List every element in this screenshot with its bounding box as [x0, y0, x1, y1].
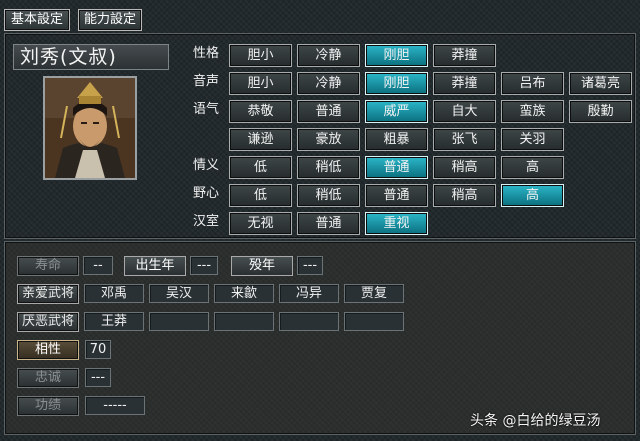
hated-generals-button[interactable]: 厌恶武将	[17, 312, 79, 332]
lifespan-button[interactable]: 寿命	[17, 256, 79, 276]
option-button-1-0[interactable]: 胆小	[229, 72, 292, 95]
compatibility-value: 70	[85, 340, 111, 359]
option-button-3-0[interactable]: 低	[229, 156, 292, 179]
option-button-3-4[interactable]: 高	[501, 156, 564, 179]
option-button-2-3[interactable]: 自大	[433, 100, 496, 123]
attr-label-1: 音声	[192, 74, 219, 89]
option-button-2-8[interactable]: 粗暴	[365, 128, 428, 151]
close-generals-field-2[interactable]: 来歙	[214, 284, 274, 303]
option-button-2-9[interactable]: 张飞	[433, 128, 496, 151]
option-button-1-4[interactable]: 吕布	[501, 72, 564, 95]
option-button-2-2[interactable]: 威严	[365, 100, 428, 123]
option-button-1-5[interactable]: 诸葛亮	[569, 72, 632, 95]
general-portrait	[43, 76, 137, 180]
option-button-3-1[interactable]: 稍低	[297, 156, 360, 179]
option-button-2-1[interactable]: 普通	[297, 100, 360, 123]
option-button-4-1[interactable]: 稍低	[297, 184, 360, 207]
option-button-4-4[interactable]: 高	[501, 184, 564, 207]
attr-label-4: 野心	[192, 186, 219, 201]
option-button-4-0[interactable]: 低	[229, 184, 292, 207]
compatibility-button[interactable]: 相性	[17, 340, 79, 360]
lifespan-value: --	[83, 256, 113, 275]
option-button-4-3[interactable]: 稍高	[433, 184, 496, 207]
hated-generals-field-3[interactable]	[279, 312, 339, 331]
option-button-0-1[interactable]: 冷静	[297, 44, 360, 67]
attr-label-3: 情义	[192, 158, 219, 173]
close-generals-field-4[interactable]: 贾复	[344, 284, 404, 303]
birth-year-label: 出生年	[124, 256, 186, 276]
hated-generals-field-2[interactable]	[214, 312, 274, 331]
option-button-0-3[interactable]: 莽撞	[433, 44, 496, 67]
option-button-4-2[interactable]: 普通	[365, 184, 428, 207]
tab-ability-settings[interactable]: 能力設定	[78, 9, 142, 31]
watermark: 头条 @白给的绿豆汤	[470, 413, 601, 429]
loyalty-button[interactable]: 忠诚	[17, 368, 79, 388]
birth-year-value: ---	[190, 256, 218, 275]
option-button-5-0[interactable]: 无视	[229, 212, 292, 235]
close-generals-button[interactable]: 亲爱武将	[17, 284, 79, 304]
close-generals-field-0[interactable]: 邓禹	[84, 284, 144, 303]
option-button-5-1[interactable]: 普通	[297, 212, 360, 235]
option-button-0-2[interactable]: 刚胆	[365, 44, 428, 67]
tab-basic-settings[interactable]: 基本設定	[4, 9, 70, 31]
attr-label-5: 汉室	[192, 214, 219, 229]
option-button-3-2[interactable]: 普通	[365, 156, 428, 179]
hated-generals-field-1[interactable]	[149, 312, 209, 331]
option-button-2-7[interactable]: 豪放	[297, 128, 360, 151]
option-button-2-4[interactable]: 蛮族	[501, 100, 564, 123]
option-button-1-2[interactable]: 刚胆	[365, 72, 428, 95]
option-button-1-1[interactable]: 冷静	[297, 72, 360, 95]
attr-label-2: 语气	[192, 102, 219, 117]
option-button-2-5[interactable]: 殷勤	[569, 100, 632, 123]
option-button-2-0[interactable]: 恭敬	[229, 100, 292, 123]
general-name: 刘秀(文叔)	[13, 44, 169, 70]
option-button-2-10[interactable]: 关羽	[501, 128, 564, 151]
option-button-2-6[interactable]: 谦逊	[229, 128, 292, 151]
merit-value: -----	[85, 396, 145, 415]
hated-generals-field-4[interactable]	[344, 312, 404, 331]
attr-label-0: 性格	[192, 46, 219, 61]
death-year-label: 殁年	[231, 256, 293, 276]
close-generals-field-3[interactable]: 冯异	[279, 284, 339, 303]
option-button-0-0[interactable]: 胆小	[229, 44, 292, 67]
merit-button[interactable]: 功绩	[17, 396, 79, 416]
loyalty-value: ---	[85, 368, 111, 387]
option-button-5-2[interactable]: 重视	[365, 212, 428, 235]
close-generals-field-1[interactable]: 吴汉	[149, 284, 209, 303]
option-button-3-3[interactable]: 稍高	[433, 156, 496, 179]
hated-generals-field-0[interactable]: 王莽	[84, 312, 144, 331]
option-button-1-3[interactable]: 莽撞	[433, 72, 496, 95]
death-year-value: ---	[297, 256, 323, 275]
